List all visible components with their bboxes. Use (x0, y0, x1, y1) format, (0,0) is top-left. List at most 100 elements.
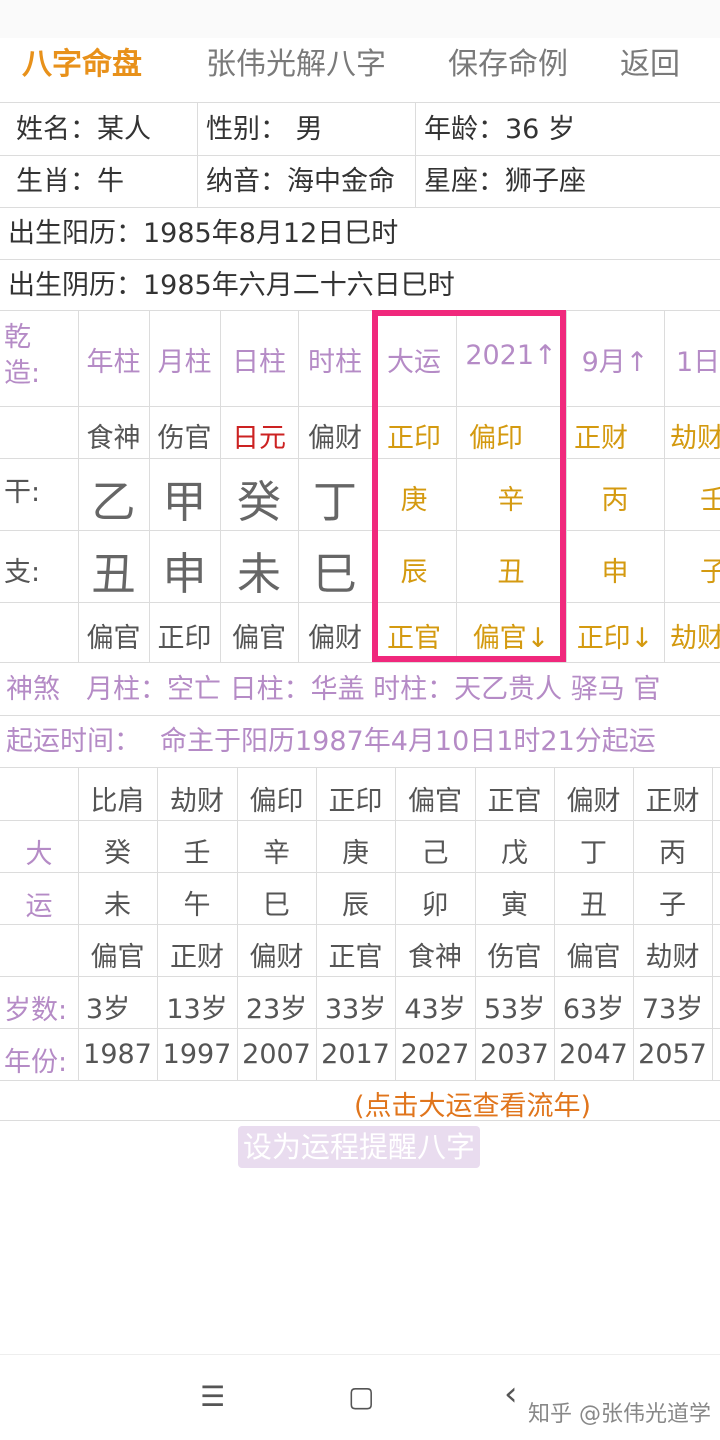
dayun-year: 2007 (242, 1039, 311, 1070)
shensha-text: 月柱：空亡 日柱：华盖 时柱：天乙贵人 驿马 官 (86, 674, 661, 705)
dayun-age: 23岁 (245, 994, 308, 1025)
zhi-god-day-flow: 劫财 (670, 623, 720, 654)
dayun-year: 2037 (480, 1039, 549, 1070)
star-sign-field: 星座：狮子座 (424, 166, 586, 197)
zhi-month: 申 (162, 549, 207, 600)
zhi-god-year: 偏官 (86, 623, 141, 654)
dayun-god-bottom[interactable]: 正财 (157, 935, 237, 974)
zhi-day: 未 (237, 549, 281, 600)
status-bar (0, 0, 720, 38)
header-month-pillar: 月柱 (157, 347, 212, 378)
dayun-god-top[interactable]: 正印 (316, 779, 395, 818)
zhi-god-hour: 偏财 (308, 623, 362, 654)
dayun-year: 2027 (400, 1039, 470, 1070)
header-day-pillar: 日柱 (232, 347, 286, 378)
dayun-zhi[interactable]: 子 (633, 883, 712, 922)
set-reminder-button[interactable]: 设为运程提醒八字 (238, 1126, 480, 1168)
dayun-gan[interactable]: 己 (395, 831, 475, 870)
dayun-year: 2047 (559, 1039, 628, 1070)
menu-icon[interactable]: ☰ (200, 1380, 225, 1413)
qiyun-label: 起运时间： (6, 726, 141, 757)
dayun-zhi[interactable]: 午 (157, 883, 237, 922)
dayun-god-bottom[interactable]: 食神 (395, 935, 475, 974)
dayun-god-bottom[interactable]: 偏官 (554, 935, 633, 974)
highlight-box (372, 310, 566, 662)
dayun-label-1: 大 (25, 839, 53, 870)
zhi-god-day: 偏官 (232, 623, 286, 654)
dayun-age: 53岁 (483, 994, 546, 1025)
dayun-age: 63岁 (562, 994, 625, 1025)
dayun-age: 3岁 (85, 994, 131, 1025)
gan-god-month: 伤官 (157, 423, 212, 454)
dayun-year: 2017 (321, 1039, 390, 1070)
zhi-month-flow: 申 (601, 557, 629, 588)
header-day[interactable]: 1日 (676, 340, 720, 379)
header-hour-pillar: 时柱 (308, 347, 362, 378)
tab-interpret[interactable]: 张伟光解八字 (206, 38, 386, 100)
tab-chart[interactable]: 八字命盘 (22, 38, 142, 100)
zhi-god-month: 正印 (157, 623, 212, 654)
dayun-gan[interactable]: 戊 (475, 831, 554, 870)
gan-god-year: 食神 (86, 423, 141, 454)
dayun-god-bottom[interactable]: 偏官 (78, 935, 157, 974)
nayin-field: 纳音：海中金命 (206, 166, 395, 197)
tab-save[interactable]: 保存命例 (448, 38, 568, 100)
zodiac-field: 生肖：牛 (16, 166, 124, 197)
zhi-year: 丑 (91, 549, 136, 600)
dayun-god-top[interactable]: 正财 (633, 779, 712, 818)
zhi-row-label: 支: (4, 557, 41, 588)
watermark: 知乎 @张伟光道学 (528, 1402, 711, 1427)
dayun-gan[interactable]: 庚 (316, 831, 395, 870)
dayun-hint: (点击大运查看流年) (354, 1091, 592, 1122)
top-tabs: 八字命盘 张伟光解八字 保存命例 返回 (0, 38, 720, 100)
dayun-year: 1997 (162, 1039, 232, 1070)
solar-birth-date: 出生阳历：1985年8月12日巳时 (8, 218, 399, 249)
dayun-god-bottom[interactable]: 劫财 (633, 935, 712, 974)
year-row-label: 年份: (4, 1047, 68, 1078)
gan-god-hour: 偏财 (308, 423, 362, 454)
gan-month: 甲 (162, 477, 207, 528)
gan-year: 乙 (91, 477, 136, 528)
tab-back[interactable]: 返回 (620, 38, 680, 100)
qiyun-text: 命主于阳历1987年4月10日1时21分起运 (160, 726, 656, 757)
dayun-gan[interactable]: 丙 (633, 831, 712, 870)
dayun-god-top[interactable]: 比肩 (78, 779, 157, 818)
dayun-god-bottom[interactable]: 伤官 (475, 935, 554, 974)
dayun-gan[interactable]: 壬 (157, 831, 237, 870)
header-year-pillar: 年柱 (86, 347, 141, 378)
dayun-year: 2057 (638, 1039, 707, 1070)
dayun-zhi[interactable]: 未 (78, 883, 157, 922)
back-icon[interactable]: ‹ (504, 1374, 518, 1414)
dayun-god-top[interactable]: 偏财 (554, 779, 633, 818)
zhi-god-month-flow: 正印↓ (576, 623, 654, 654)
home-icon[interactable]: ▢ (348, 1380, 374, 1413)
lunar-birth-date: 出生阴历：1985年六月二十六日巳时 (8, 270, 455, 301)
dayun-god-top[interactable]: 偏官 (395, 779, 475, 818)
gender-field: 性别： 男 (206, 114, 323, 145)
dayun-god-bottom[interactable]: 正官 (316, 935, 395, 974)
dayun-gan[interactable]: 辛 (237, 831, 316, 870)
gan-god-day: 日元 (232, 423, 286, 454)
age-row-label: 岁数: (4, 995, 68, 1026)
dayun-zhi[interactable]: 卯 (395, 883, 475, 922)
dayun-age: 73岁 (641, 994, 704, 1025)
gan-row-label: 干: (4, 477, 41, 508)
dayun-zhi[interactable]: 丑 (554, 883, 633, 922)
gan-god-day-flow: 劫财 (670, 423, 720, 454)
shensha-label: 神煞 (6, 674, 60, 705)
header-month[interactable]: 9月↑ (566, 340, 664, 379)
dayun-zhi[interactable]: 辰 (316, 883, 395, 922)
qian-label: 乾造: (4, 322, 40, 389)
dayun-god-top[interactable]: 劫财 (157, 779, 237, 818)
zhi-day-flow: 子 (700, 557, 720, 588)
dayun-gan[interactable]: 癸 (78, 831, 157, 870)
dayun-zhi[interactable]: 寅 (475, 883, 554, 922)
dayun-god-bottom[interactable]: 偏财 (237, 935, 316, 974)
dayun-gan[interactable]: 丁 (554, 831, 633, 870)
dayun-god-top[interactable]: 偏印 (237, 779, 316, 818)
dayun-zhi[interactable]: 巳 (237, 883, 316, 922)
dayun-label-2: 运 (25, 891, 53, 922)
zhi-hour: 巳 (313, 549, 357, 600)
dayun-god-top[interactable]: 正官 (475, 779, 554, 818)
gan-day: 癸 (237, 477, 281, 528)
